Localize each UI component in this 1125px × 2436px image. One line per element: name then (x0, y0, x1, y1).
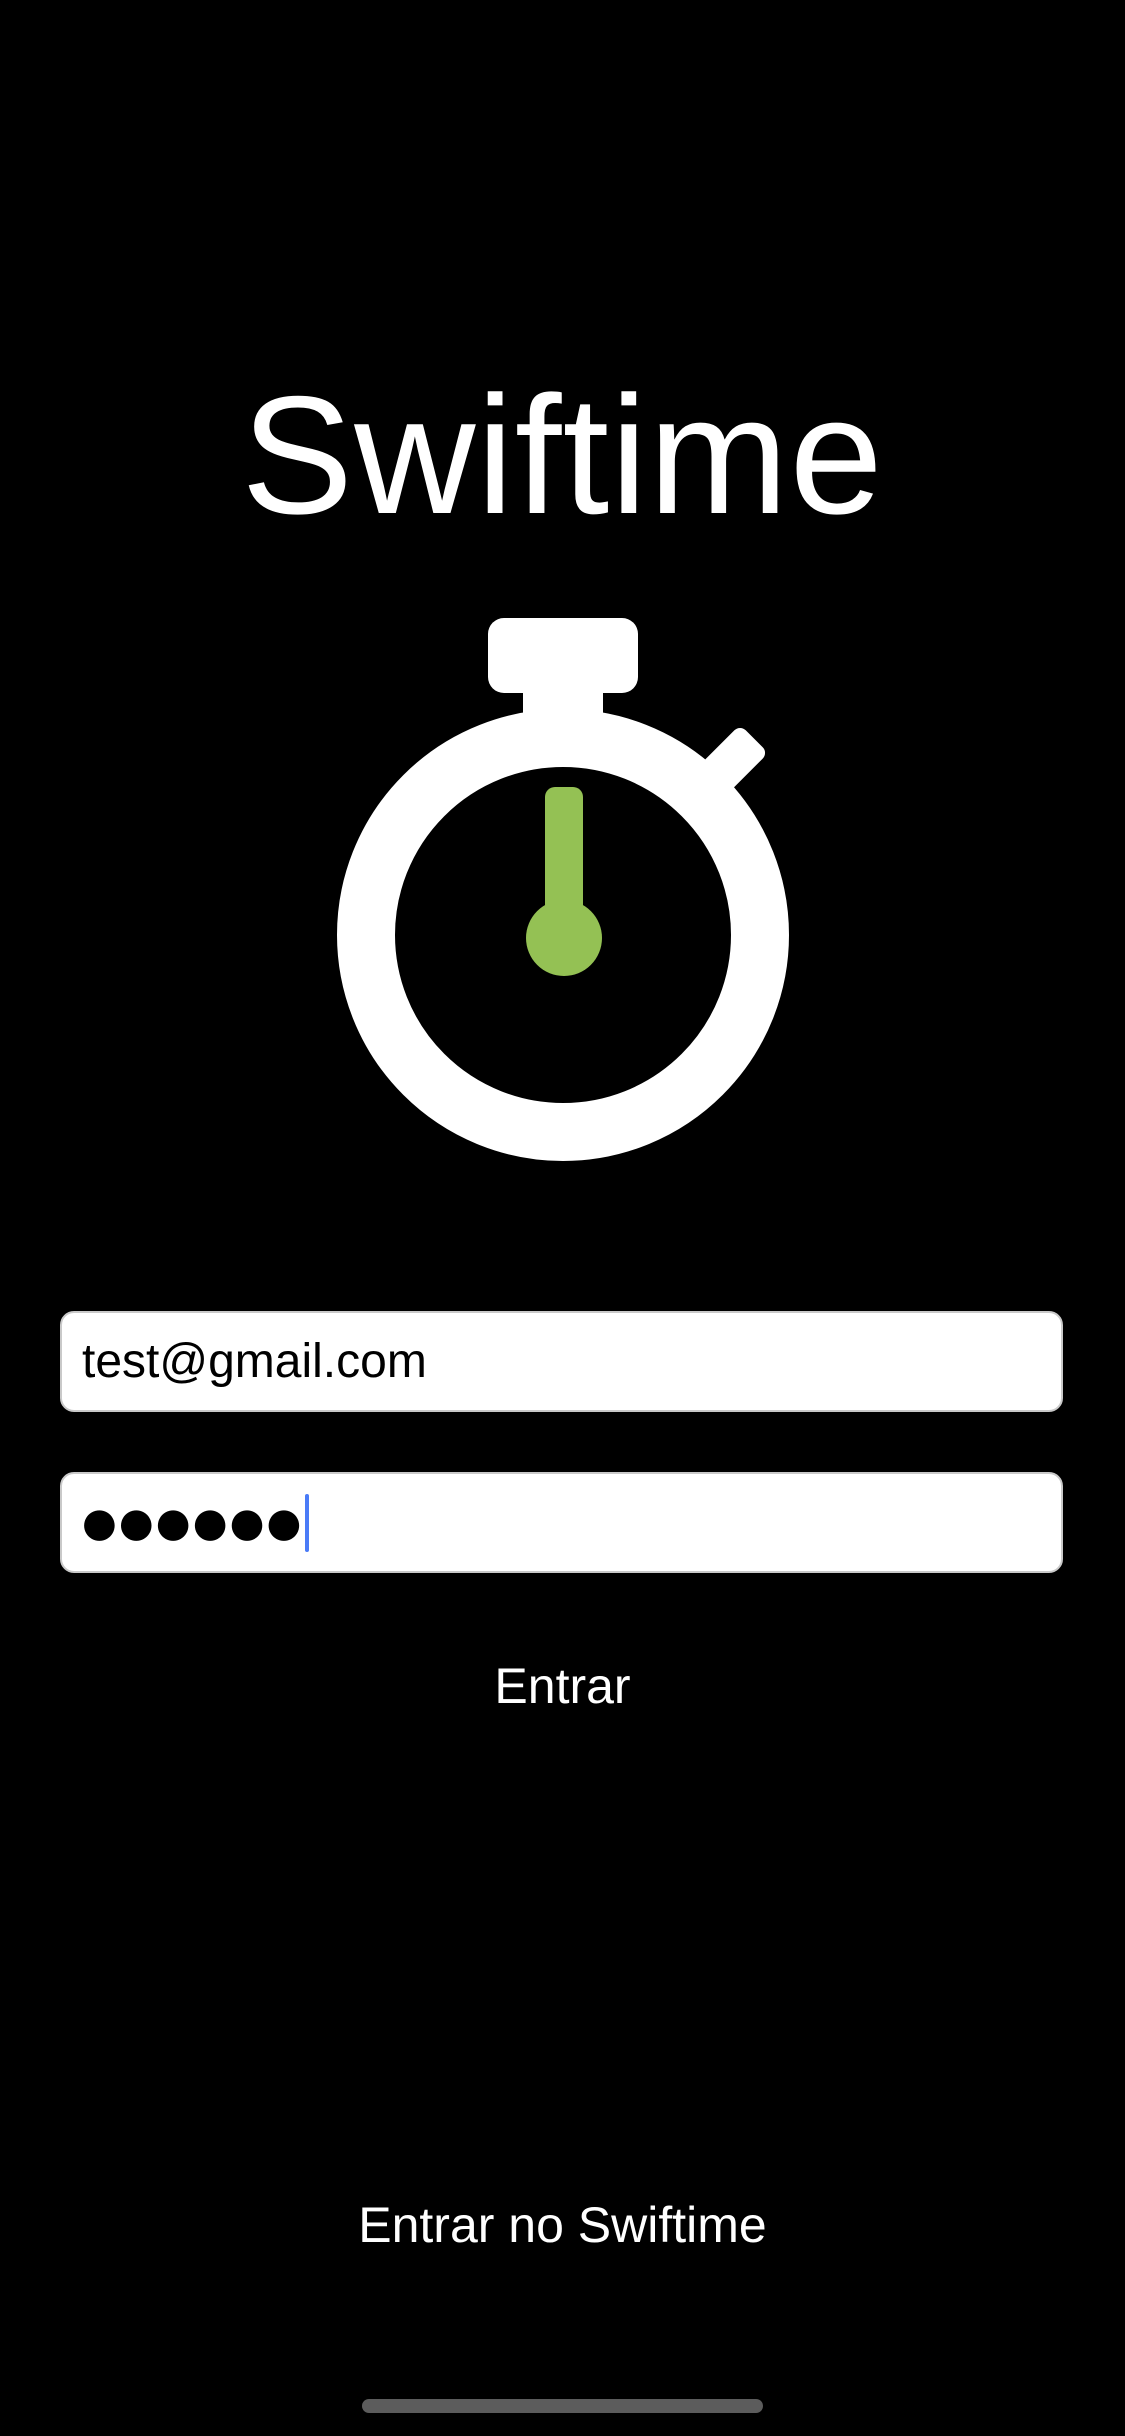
email-input[interactable] (82, 1313, 1041, 1410)
home-indicator[interactable] (362, 2399, 763, 2413)
text-caret (305, 1493, 310, 1552)
password-field[interactable]: ●●●●●● (60, 1472, 1063, 1573)
login-button[interactable]: Entrar (0, 1650, 1125, 1722)
signin-swiftime-link[interactable]: Entrar no Swiftime (0, 2190, 1125, 2260)
app-title: Swiftime (241, 361, 884, 549)
email-field[interactable] (60, 1311, 1063, 1412)
password-input[interactable]: ●●●●●● (82, 1503, 303, 1543)
stopwatch-icon (337, 618, 789, 1161)
